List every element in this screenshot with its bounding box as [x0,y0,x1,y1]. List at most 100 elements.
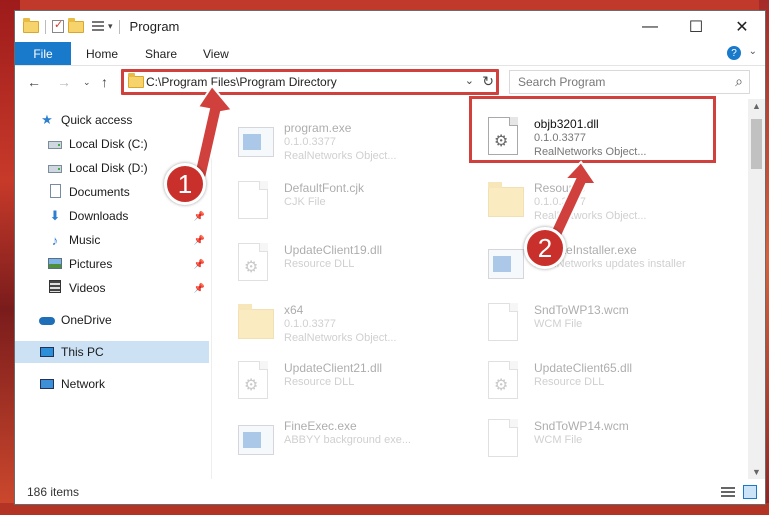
file-detail: ABBYY background exe... [284,434,411,446]
file-detail: Resource DLL [534,376,605,388]
sidebar-item-this-pc[interactable]: This PC [15,341,209,363]
file-item[interactable]: Resource 0.1.0.3377 RealNetworks Object.… [480,173,720,225]
file-name: UpdateClient19.dll [284,243,383,257]
sidebar-item-quick-access[interactable]: ★ Quick access [39,109,209,131]
file-detail: CJK File [284,196,326,208]
tab-file[interactable]: File [15,42,71,65]
sidebar-item-local-disk-c[interactable]: Local Disk (C:) [47,133,209,155]
file-item[interactable]: ⚙ UpdateClient19.dll Resource DLL [230,235,470,287]
star-icon: ★ [41,112,53,127]
pin-icon[interactable]: 📌 [194,235,205,246]
toolbar-separator [45,19,46,34]
file-detail: WCM File [534,318,583,330]
file-detail: Resource DLL [284,258,355,270]
pin-icon[interactable]: 📌 [194,283,205,294]
recent-locations-button[interactable]: ⌄ [83,77,91,88]
item-count: 186 items [27,485,80,499]
file-item[interactable]: SndToWP13.wcm WCM File [480,295,720,347]
sidebar-item-label: Local Disk (C:) [69,137,148,151]
sidebar-item-label: Local Disk (D:) [69,161,148,175]
minimize-button[interactable]: — [627,11,673,42]
computer-icon [39,345,55,360]
sidebar-item-label: Music [69,233,101,247]
sidebar-item-label: This PC [61,345,104,359]
file-detail: RealNetworks Object... [534,210,647,222]
close-button[interactable]: ✕ [719,11,765,42]
pictures-icon [47,257,63,272]
title-bar: ▾ Program — ☐ ✕ [15,11,765,42]
file-name: program.exe [284,121,352,135]
scroll-up-icon[interactable]: ▲ [752,101,761,111]
step-1-badge: 1 [164,163,206,205]
dll-icon: ⚙ [238,243,274,281]
expand-ribbon-icon[interactable]: ⌄ [749,46,757,57]
file-item[interactable]: ⚙ UpdateClient65.dll Resource DLL [480,353,720,405]
details-view-icon[interactable] [721,487,735,497]
tab-home[interactable]: Home [86,42,118,65]
file-icon [488,419,524,457]
file-icon [488,303,524,341]
properties-check-icon[interactable] [52,18,64,33]
help-icon[interactable]: ? [727,46,741,60]
videos-icon [47,280,63,296]
document-icon [47,183,63,201]
file-name: DefaultFont.cjk [284,181,365,195]
file-name: FineExec.exe [284,419,357,433]
cloud-icon [39,313,55,328]
file-name: SndToWP13.wcm [534,303,629,317]
sidebar-item-music[interactable]: ♪ Music 📌 [47,229,209,251]
chevron-down-icon[interactable]: ▾ [108,21,113,32]
tab-share[interactable]: Share [145,42,177,65]
forward-button[interactable]: → [57,74,71,90]
file-detail: 0.1.0.3377 [534,196,586,208]
file-item[interactable]: FineExec.exe ABBYY background exe... [230,411,470,463]
sidebar-item-downloads[interactable]: ⬇ Downloads 📌 [47,205,209,227]
search-placeholder: Search Program [518,75,606,89]
sidebar-item-label: OneDrive [61,313,112,327]
file-item[interactable]: x64 0.1.0.3377 RealNetworks Object... [230,295,470,347]
file-name: x64 [284,303,304,317]
file-item[interactable]: SndToWP14.wcm WCM File [480,411,720,463]
up-button[interactable]: ↑ [101,74,108,90]
vertical-scrollbar[interactable]: ▲ ▼ [748,99,765,479]
sidebar-item-onedrive[interactable]: OneDrive [39,309,209,331]
folder-icon [488,181,524,219]
ribbon-tabs: File Home Share View ? ⌄ [15,42,765,66]
file-item[interactable]: UpdateInstaller.exe RealNetworks updates… [480,235,720,287]
file-icon [238,181,274,219]
file-name: UpdateClient65.dll [534,361,633,375]
title-separator [118,19,120,34]
customize-toolbar-icon[interactable] [92,20,104,33]
file-item[interactable]: DefaultFont.cjk CJK File [230,173,470,225]
music-icon: ♪ [51,232,59,248]
address-highlight-box [121,69,499,95]
file-detail: 0.1.0.3377 [284,318,336,330]
exe-icon [238,419,274,457]
maximize-button[interactable]: ☐ [673,11,719,42]
navigation-pane: ★ Quick access Local Disk (C:) Local Dis… [15,99,211,479]
file-item[interactable]: program.exe 0.1.0.3377 RealNetworks Obje… [230,113,470,165]
file-highlight-box [469,96,716,163]
pin-icon[interactable]: 📌 [194,211,205,222]
folder-icon [238,303,274,341]
file-name: UpdateClient21.dll [284,361,383,375]
sidebar-item-pictures[interactable]: Pictures 📌 [47,253,209,275]
file-item[interactable]: ⚙ UpdateClient21.dll Resource DLL [230,353,470,405]
disk-icon [47,137,63,152]
tab-view[interactable]: View [203,42,229,65]
search-icon[interactable]: ⌕ [735,73,743,90]
sidebar-item-network[interactable]: Network [39,373,209,395]
exe-icon [238,121,274,159]
scroll-thumb[interactable] [751,119,762,169]
scroll-down-icon[interactable]: ▼ [752,467,761,477]
new-folder-icon[interactable] [68,17,84,33]
sidebar-item-videos[interactable]: Videos 📌 [47,277,209,299]
file-name: Resource [534,181,586,195]
pin-icon[interactable]: 📌 [194,259,205,270]
quick-access-toolbar: ▾ [23,17,122,34]
back-button[interactable]: ← [27,74,41,90]
sidebar-item-label: Downloads [69,209,129,223]
search-box[interactable]: Search Program ⌕ [509,70,750,94]
large-icons-view-icon[interactable] [743,485,757,499]
window-title: Program [129,19,180,34]
